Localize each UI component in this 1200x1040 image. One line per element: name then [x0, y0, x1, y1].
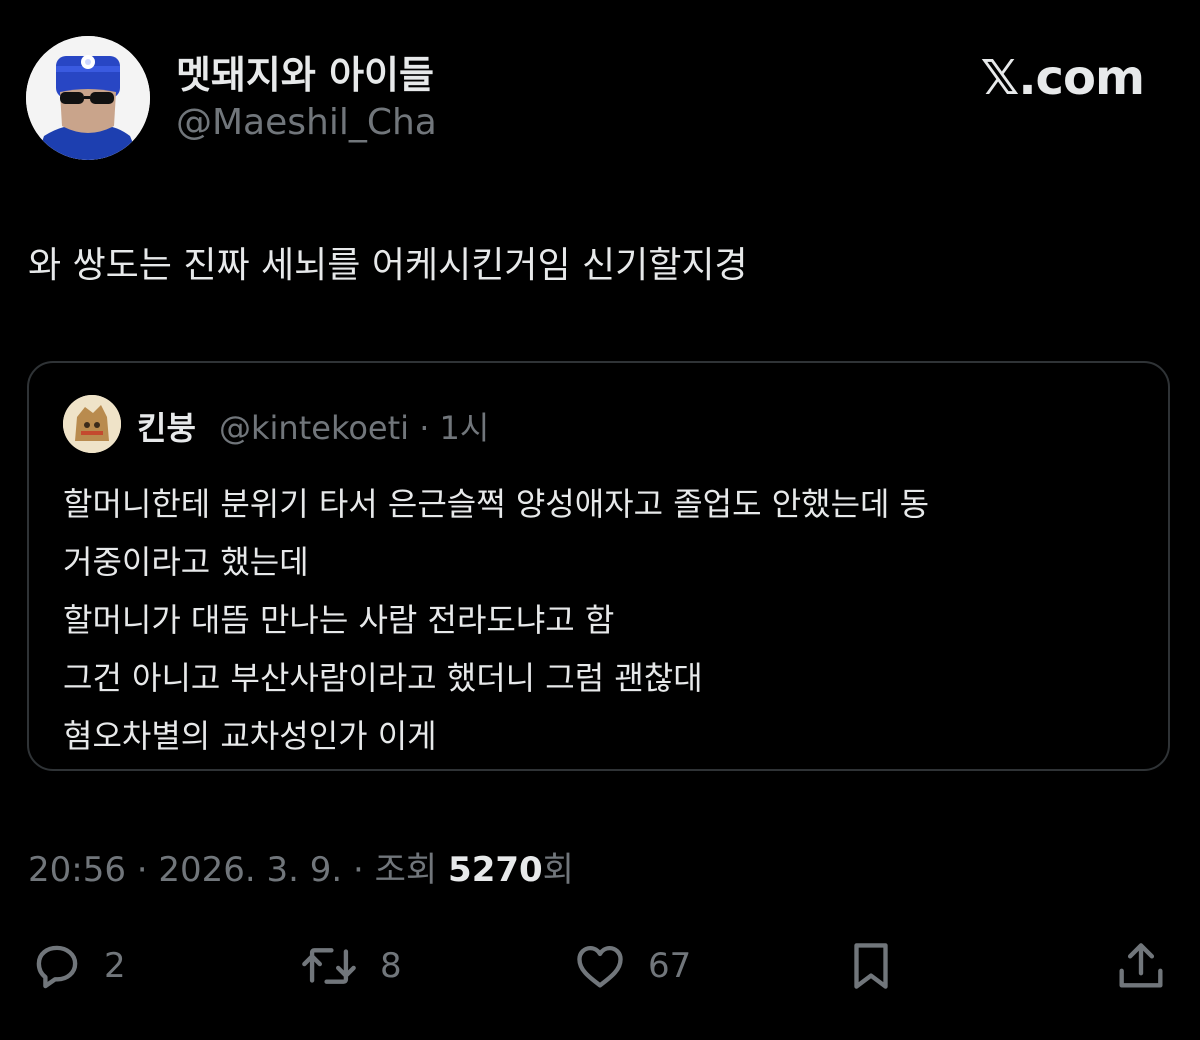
author-handle[interactable]: @Maeshil_Cha: [176, 102, 437, 143]
tweet-timestamp[interactable]: 20:56 · 2026. 3. 9. · 조회 5270회: [28, 842, 574, 891]
quoted-handle-time[interactable]: @kintekoeti · 1시: [219, 403, 489, 449]
quoted-text-line: 그건 아니고 부산사람이라고 했더니 그럼 괜찮대: [63, 659, 703, 697]
author-display-name[interactable]: 멧돼지와 아이들: [176, 44, 434, 99]
bookmark-button[interactable]: [842, 934, 900, 998]
bookmark-icon: [854, 943, 888, 989]
author-avatar[interactable]: [26, 36, 150, 160]
view-count: 5270: [448, 850, 543, 890]
tweet-text: 와 쌍도는 진짜 세뇌를 어케시킨거임 신기할지경: [28, 245, 748, 286]
quoted-text: 할머니한테 분위기 타서 은근슬쩍 양성애자고 졸업도 안했는데 동 거중이라고…: [63, 475, 929, 765]
quoted-display-name[interactable]: 킨붕: [137, 403, 196, 449]
retweet-icon: [302, 948, 356, 984]
like-icon: [577, 945, 623, 988]
avatar-image: [26, 36, 150, 160]
quoted-text-line: 혐오차별의 교차성인가 이게: [63, 717, 437, 755]
reply-count: 2: [104, 946, 126, 986]
share-icon: [1119, 943, 1163, 988]
like-count: 67: [648, 946, 692, 986]
view-suffix: 회: [542, 850, 574, 890]
quoted-text-line: 할머니한테 분위기 타서 은근슬쩍 양성애자고 졸업도 안했는데 동: [63, 485, 930, 523]
x-logo-watermark: 𝕏.com: [980, 50, 1145, 106]
retweet-count: 8: [380, 946, 402, 986]
retweet-button[interactable]: 8: [296, 934, 402, 998]
like-button[interactable]: 67: [570, 934, 691, 998]
reply-icon: [36, 945, 78, 989]
timestamp-date: 20:56 · 2026. 3. 9. · 조회: [28, 850, 449, 890]
action-bar: 2 8 67: [0, 934, 1200, 998]
share-button[interactable]: [1112, 934, 1170, 998]
quoted-tweet-card[interactable]: 킨붕 @kintekoeti · 1시 할머니한테 분위기 타서 은근슬쩍 양성…: [27, 361, 1170, 771]
reply-button[interactable]: 2: [28, 934, 126, 998]
quoted-text-line: 거중이라고 했는데: [63, 543, 309, 581]
quoted-avatar[interactable]: [63, 395, 121, 453]
quoted-avatar-image: [63, 395, 121, 453]
quoted-text-line: 할머니가 대뜸 만나는 사람 전라도냐고 함: [63, 601, 615, 639]
